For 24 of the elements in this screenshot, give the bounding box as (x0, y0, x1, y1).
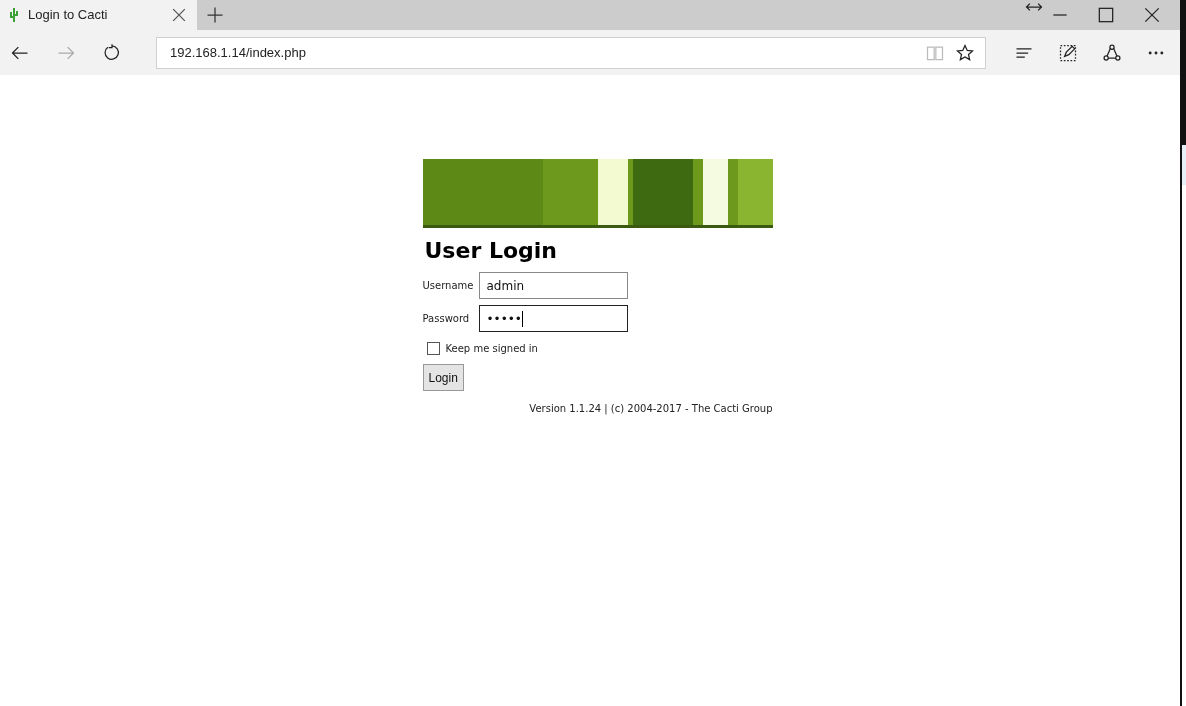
input-field[interactable]: ••••• (478, 305, 628, 332)
browser-tab[interactable]: Login to Cacti (0, 0, 197, 30)
tab-title: Login to Cacti (28, 6, 109, 25)
close-icon[interactable] (1142, 5, 1162, 25)
checkbox[interactable] (426, 342, 440, 355)
refresh-icon[interactable] (102, 42, 122, 63)
star-icon[interactable] (955, 42, 975, 63)
share-icon[interactable] (1102, 42, 1122, 63)
maximize-icon[interactable] (1096, 5, 1116, 25)
field-value: admin (486, 277, 525, 295)
plus-icon[interactable] (205, 5, 225, 25)
pen-note-icon[interactable] (1058, 42, 1078, 63)
input-field[interactable]: admin (478, 272, 628, 299)
version-footer: Version 1.1.24 | (c) 2004-2017 - The Cacti Group (529, 401, 773, 416)
login-heading: User Login (424, 238, 558, 264)
address-field[interactable]: 192.168.1.14/index.php (156, 36, 986, 69)
text-cursor (521, 310, 523, 327)
field-label: Password (422, 312, 471, 326)
cactus-icon (8, 7, 20, 23)
field-value: ••••• (486, 310, 522, 328)
login-button[interactable]: Login (422, 364, 464, 391)
checkbox-label: Keep me signed in (445, 342, 538, 356)
url-text: 192.168.1.14/index.php (170, 43, 307, 62)
field-label: Username (422, 279, 475, 293)
